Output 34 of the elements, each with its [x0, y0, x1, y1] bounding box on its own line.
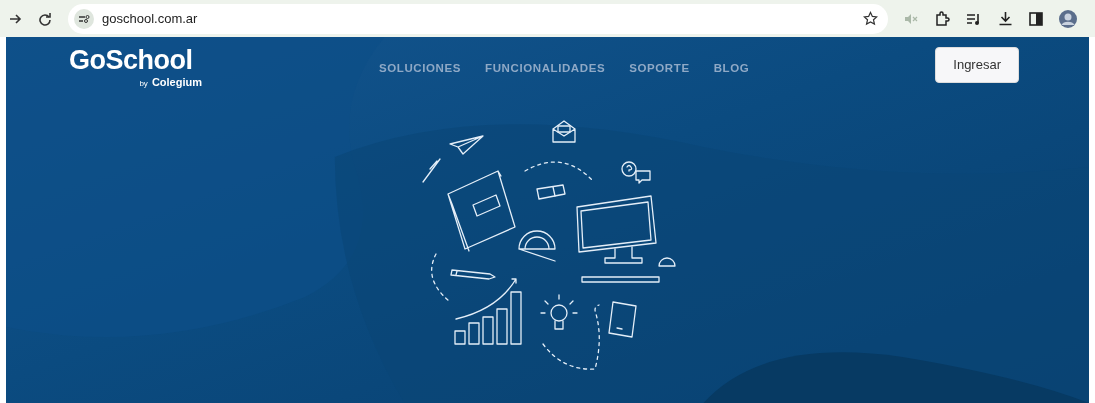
smartphone-icon [607, 300, 637, 338]
nav-link[interactable]: SOLUCIONES [379, 60, 462, 78]
envelope-icon [551, 119, 576, 143]
logo-brand: Colegium [151, 75, 202, 90]
logo-byline: by [139, 78, 148, 90]
media-controls-icon[interactable] [966, 11, 982, 26]
eraser-icon [535, 183, 566, 200]
bar-chart-icon [453, 277, 522, 345]
protractor-icon [517, 229, 556, 262]
nav-link[interactable]: SOPORTE [629, 60, 690, 78]
download-icon[interactable] [998, 11, 1013, 26]
chat-bubbles-icon [620, 160, 651, 184]
profile-avatar-icon[interactable] [1059, 9, 1077, 28]
reload-icon[interactable] [38, 11, 52, 26]
back-icon[interactable] [8, 11, 22, 26]
address-bar[interactable]: goschool.com.ar [68, 3, 888, 34]
bookmark-star-icon[interactable] [863, 11, 878, 26]
extensions-icon[interactable] [934, 10, 950, 27]
light-bulb-icon [539, 293, 578, 330]
dashed-line [430, 252, 450, 302]
nav-link[interactable]: BLOG [713, 60, 750, 78]
login-button[interactable]: Ingresar [935, 47, 1019, 83]
nav-link[interactable]: FUNCIONALIDADES [485, 60, 606, 78]
computer-icon [575, 194, 660, 283]
dashed-line [541, 303, 600, 370]
side-panel-icon[interactable] [1029, 11, 1043, 26]
book-icon [446, 169, 516, 252]
url-text: goschool.com.ar [102, 9, 199, 28]
logo-title[interactable]: GoSchool [69, 47, 204, 74]
mouse-icon [657, 256, 676, 267]
site-settings-icon[interactable] [74, 8, 94, 29]
pencil-icon [449, 268, 496, 280]
dashed-line [523, 160, 594, 182]
paper-plane-icon [421, 134, 484, 183]
